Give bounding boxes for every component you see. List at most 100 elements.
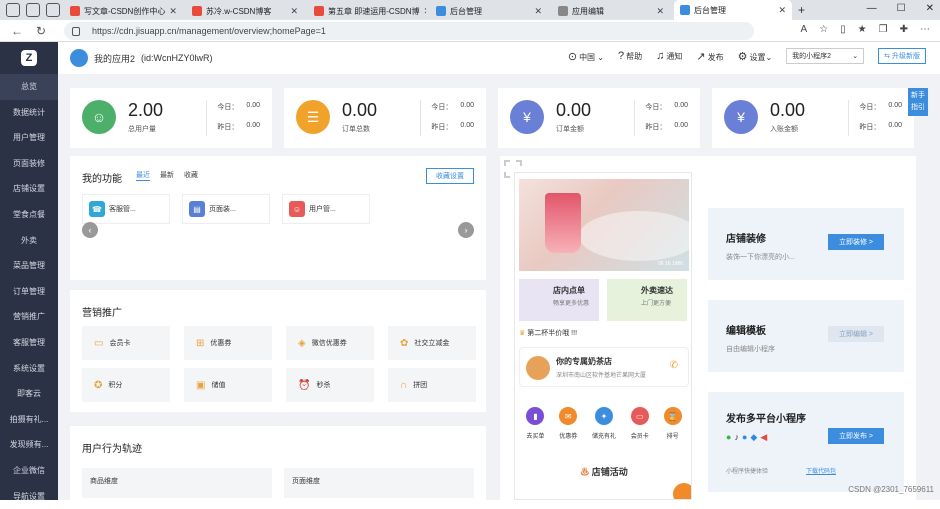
region-selector[interactable]: ⊙中国 ⌄ (568, 50, 604, 63)
marketing-panel: 营销推广 ▭会员卡⊞优惠券◈微信优惠券✿社交立减金✪积分▣储值⏰秒杀∩拼团 (70, 290, 486, 412)
phone-shortcut[interactable]: ✉优惠券 (559, 407, 577, 440)
marketing-item[interactable]: ✿社交立减金 (388, 326, 476, 360)
marketing-item[interactable]: ✪积分 (82, 368, 170, 402)
tab-close-icon[interactable]: ✕ (656, 6, 664, 17)
sidebar-item[interactable]: 发现频有... (0, 432, 58, 458)
sidebar-item[interactable]: 导航设置 (0, 484, 58, 509)
extensions-icon[interactable]: ✚ (900, 24, 908, 35)
behavior-panel: 用户行为轨迹 商品维度 页面维度 (70, 426, 486, 500)
promo-button[interactable]: 立即编辑 > (828, 326, 884, 342)
dine-in-card[interactable]: 店内点单 畅享更多优惠 (519, 279, 599, 321)
marketing-label: 优惠券 (210, 338, 231, 348)
new-tab-icon[interactable]: + (798, 3, 805, 17)
minimize-icon[interactable]: — (867, 3, 877, 14)
sidebar-item[interactable]: 即客云 (0, 381, 58, 407)
wechat-coupon-icon: ◈ (298, 338, 306, 349)
phone-shortcut[interactable]: ⌛排号 (664, 407, 682, 440)
mini-program-value: 我的小程序2 (792, 51, 831, 61)
browser-tab[interactable]: 后台管理✕ (674, 0, 792, 20)
location-icon: ⊙ (568, 51, 577, 63)
workspaces-icon[interactable] (26, 3, 40, 17)
publish-link[interactable]: ↗发布 (696, 50, 723, 63)
sidebar-item[interactable]: 企业微信 (0, 458, 58, 484)
sidebar-item[interactable]: 堂食点餐 (0, 202, 58, 228)
browser-tab[interactable]: 写文章-CSDN创作中心✕ (64, 2, 182, 20)
tab-close-icon[interactable]: ✕ (169, 6, 177, 17)
help-link[interactable]: ?帮助 (618, 50, 642, 62)
more-menu-icon[interactable]: ⋯ (920, 24, 930, 35)
collect-settings-button[interactable]: 收藏设置 (426, 168, 474, 184)
browser-tab[interactable]: 应用编辑✕ (552, 2, 670, 20)
phone-shortcut[interactable]: ✦储充有礼 (592, 407, 616, 440)
publish-icon: ↗ (696, 51, 705, 63)
stat-yesterday: 昨日：0.00 (859, 122, 902, 132)
notice-bar: ♛ 第二杯半价哦 !!! (519, 328, 577, 338)
sidebar-item[interactable]: 店铺设置 (0, 176, 58, 202)
notify-link[interactable]: ♫通知 (656, 50, 682, 62)
delivery-card[interactable]: 外卖速达 上门更方便 (607, 279, 687, 321)
tab-close-icon[interactable]: ✕ (778, 5, 786, 16)
tab-close-icon[interactable]: ✕ (424, 6, 426, 17)
sidebar-item[interactable]: 用户管理 (0, 125, 58, 151)
read-aloud-icon[interactable]: A (801, 24, 808, 35)
sidebar-item[interactable]: 拍摄有礼... (0, 407, 58, 433)
sidebar-item[interactable]: 页面装修 (0, 151, 58, 177)
sidebar-item[interactable]: 系统设置 (0, 356, 58, 382)
sidebar-item[interactable]: 营销推广 (0, 304, 58, 330)
maximize-icon[interactable]: ☐ (897, 3, 906, 14)
next-arrow-icon[interactable]: › (458, 222, 474, 238)
browser-menu-icon[interactable] (6, 3, 20, 17)
browser-tab[interactable]: 苏冷.w-CSDN博客✕ (186, 2, 304, 20)
promo-card: 店铺装修 装饰一下你漂亮的小... 立即装修 > (708, 208, 904, 280)
function-tab[interactable]: 最近 (136, 170, 150, 181)
tab-actions-icon[interactable] (46, 3, 60, 17)
download-code-link[interactable]: 下载代码包 (806, 466, 836, 475)
back-icon[interactable]: ← (10, 24, 24, 38)
split-screen-icon[interactable]: ▯ (840, 24, 846, 35)
stat-card: ¥ 0.00 订单金额 今日：0.00 昨日：0.00 (498, 88, 700, 148)
mini-program-select[interactable]: 我的小程序2⌄ (786, 48, 864, 64)
sidebar-item[interactable]: 菜品管理 (0, 253, 58, 279)
phone-call-icon[interactable]: ✆ (670, 360, 678, 371)
stat-today: 今日：0.00 (431, 102, 474, 112)
sidebar-item[interactable]: 客服管理 (0, 330, 58, 356)
sidebar-item[interactable]: 总览 (0, 74, 58, 100)
sidebar: Z 总览数据统计用户管理页面装修店铺设置堂食点餐外卖菜品管理订单管理营销推广客服… (0, 42, 58, 500)
tab-close-icon[interactable]: ✕ (290, 6, 298, 17)
phone-shortcut[interactable]: ▭会员卡 (631, 407, 649, 440)
marketing-item[interactable]: ▣储值 (184, 368, 272, 402)
newbie-guide-button[interactable]: 新手指引 (908, 88, 928, 116)
url-field[interactable]: https://cdn.jisuapp.cn/management/overvi… (64, 22, 754, 40)
function-shortcut[interactable]: ☎客服管... (82, 194, 170, 224)
phone-shortcut[interactable]: ▮去买单 (526, 407, 544, 440)
close-window-icon[interactable]: ✕ (926, 3, 934, 14)
marketing-item[interactable]: ⊞优惠券 (184, 326, 272, 360)
browser-tab[interactable]: 第五章 即速运用-CSDN博✕ (308, 2, 426, 20)
marketing-item[interactable]: ⏰秒杀 (286, 368, 374, 402)
sidebar-item[interactable]: 外卖 (0, 228, 58, 254)
upgrade-button[interactable]: ⇆ 升级新版 (878, 48, 926, 64)
prev-arrow-icon[interactable]: ‹ (82, 222, 98, 238)
drink-cup-icon (545, 193, 581, 253)
reload-icon[interactable]: ↻ (34, 24, 48, 38)
marketing-item[interactable]: ▭会员卡 (82, 326, 170, 360)
marketing-label: 秒杀 (316, 380, 330, 390)
sidebar-item[interactable]: 数据统计 (0, 100, 58, 126)
settings-link[interactable]: ⚙设置⌄ (738, 50, 773, 63)
collections-icon[interactable]: ❐ (879, 24, 888, 35)
function-shortcut[interactable]: ☺用户管... (282, 194, 370, 224)
sidebar-item[interactable]: 订单管理 (0, 279, 58, 305)
marketing-item[interactable]: ∩拼团 (388, 368, 476, 402)
function-tab[interactable]: 最新 (160, 170, 174, 181)
publish-now-button[interactable]: 立即发布 > (828, 428, 884, 444)
shop-activity-title: ♨ 店铺活动 (515, 465, 692, 478)
tab-close-icon[interactable]: ✕ (534, 6, 542, 17)
marketing-item[interactable]: ◈微信优惠券 (286, 326, 374, 360)
function-tab[interactable]: 收藏 (184, 170, 198, 181)
function-shortcut[interactable]: ▤页面装... (182, 194, 270, 224)
floating-action-button[interactable] (673, 483, 692, 500)
browser-tab[interactable]: 后台管理✕ (430, 2, 548, 20)
favorites-icon[interactable]: ★ (858, 24, 867, 35)
favorite-star-icon[interactable]: ☆ (819, 24, 828, 35)
promo-button[interactable]: 立即装修 > (828, 234, 884, 250)
